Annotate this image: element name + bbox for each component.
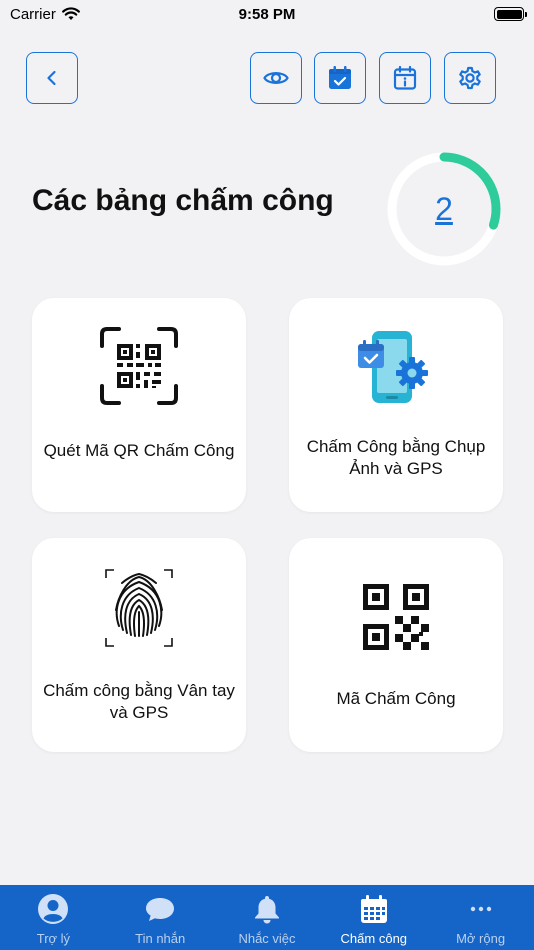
status-bar: Carrier 9:58 PM (0, 0, 534, 28)
card-fingerprint-gps[interactable]: Chấm công bằng Vân tay và GPS (32, 538, 246, 752)
qr-scan-icon (100, 327, 178, 405)
phone-settings-icon (358, 331, 428, 403)
tab-bar: Trợ lý Tin nhắn Nhắc việc Chấm công Mở r… (0, 885, 534, 950)
tab-assistant[interactable]: Trợ lý (0, 885, 107, 950)
tab-attendance[interactable]: Chấm công (320, 885, 427, 950)
more-icon (470, 906, 491, 912)
chat-icon (146, 898, 175, 921)
tab-label: Nhắc việc (238, 931, 296, 946)
card-photo-gps[interactable]: Chấm Công bằng Chụp Ảnh và GPS (289, 298, 503, 512)
chevron-left-icon (47, 70, 56, 86)
battery-icon (494, 7, 527, 21)
tab-label: Mở rộng (456, 931, 506, 946)
tab-messages[interactable]: Tin nhắn (107, 885, 214, 950)
wifi-icon (61, 7, 80, 20)
settings-button[interactable] (444, 52, 496, 104)
card-qr-scan[interactable]: Quét Mã QR Chấm Công (32, 298, 246, 512)
calendar-info-button[interactable] (379, 52, 431, 104)
fingerprint-icon (105, 569, 173, 647)
back-button[interactable] (26, 52, 78, 104)
tab-label: Trợ lý (36, 931, 71, 946)
calendar-info-icon (393, 65, 417, 90)
status-left: Carrier (10, 6, 80, 23)
page-title: Các bảng chấm công (32, 184, 334, 217)
tab-reminders[interactable]: Nhắc việc (214, 885, 321, 950)
status-time: 9:58 PM (238, 5, 296, 23)
eye-icon (263, 72, 289, 84)
user-icon (38, 894, 69, 924)
calendar-icon (360, 895, 387, 923)
qr-code-icon (363, 584, 429, 650)
card-label: Chấm công bằng Vân tay và GPS (43, 681, 235, 722)
card-label: Mã Chấm Công (336, 689, 456, 708)
gear-icon (459, 66, 481, 90)
tab-label: Tin nhắn (135, 931, 186, 946)
view-button[interactable] (250, 52, 302, 104)
calendar-check-button[interactable] (314, 52, 366, 104)
carrier-label: Carrier (10, 5, 56, 23)
attendance-count[interactable]: 2 (385, 150, 503, 268)
tab-label: Chấm công (340, 931, 408, 946)
calendar-check-icon (329, 66, 351, 89)
card-label: Quét Mã QR Chấm Công (43, 441, 235, 460)
bell-icon (254, 896, 279, 924)
card-label: Chấm Công bằng Chụp Ảnh và GPS (306, 437, 486, 478)
card-attendance-code[interactable]: Mã Chấm Công (289, 538, 503, 752)
tab-more[interactable]: Mở rộng (427, 885, 534, 950)
